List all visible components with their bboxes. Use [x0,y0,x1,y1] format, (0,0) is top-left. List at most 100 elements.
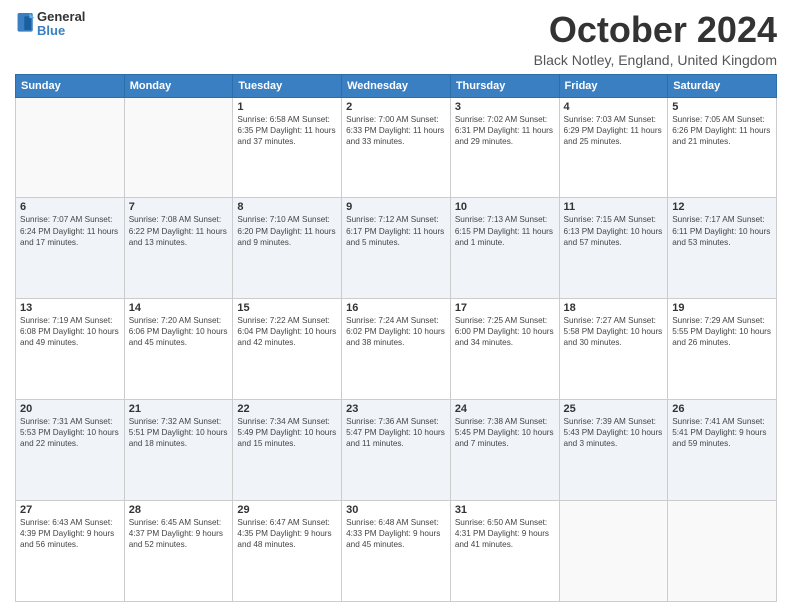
day-info: Sunrise: 7:25 AM Sunset: 6:00 PM Dayligh… [455,315,555,348]
calendar-day-cell: 22Sunrise: 7:34 AM Sunset: 5:49 PM Dayli… [233,400,342,501]
calendar-day-cell: 16Sunrise: 7:24 AM Sunset: 6:02 PM Dayli… [342,299,451,400]
day-number: 18 [564,302,664,314]
calendar-day-cell: 14Sunrise: 7:20 AM Sunset: 6:06 PM Dayli… [124,299,233,400]
calendar-table: SundayMondayTuesdayWednesdayThursdayFrid… [15,74,777,602]
day-info: Sunrise: 6:45 AM Sunset: 4:37 PM Dayligh… [129,517,229,550]
calendar-day-cell: 18Sunrise: 7:27 AM Sunset: 5:58 PM Dayli… [559,299,668,400]
day-number: 31 [455,504,555,516]
month-title: October 2024 [534,10,777,50]
calendar-day-cell [559,501,668,602]
day-info: Sunrise: 7:36 AM Sunset: 5:47 PM Dayligh… [346,416,446,449]
title-area: October 2024 Black Notley, England, Unit… [534,10,777,68]
calendar-day-cell: 23Sunrise: 7:36 AM Sunset: 5:47 PM Dayli… [342,400,451,501]
weekday-header-friday: Friday [559,74,668,97]
day-info: Sunrise: 7:19 AM Sunset: 6:08 PM Dayligh… [20,315,120,348]
day-number: 19 [672,302,772,314]
day-info: Sunrise: 7:05 AM Sunset: 6:26 PM Dayligh… [672,114,772,147]
day-number: 22 [237,403,337,415]
calendar-day-cell: 12Sunrise: 7:17 AM Sunset: 6:11 PM Dayli… [668,198,777,299]
day-number: 9 [346,201,446,213]
weekday-header-wednesday: Wednesday [342,74,451,97]
day-info: Sunrise: 6:48 AM Sunset: 4:33 PM Dayligh… [346,517,446,550]
calendar-day-cell: 27Sunrise: 6:43 AM Sunset: 4:39 PM Dayli… [16,501,125,602]
weekday-header-monday: Monday [124,74,233,97]
day-number: 2 [346,101,446,113]
calendar-day-cell: 9Sunrise: 7:12 AM Sunset: 6:17 PM Daylig… [342,198,451,299]
calendar-week-row: 20Sunrise: 7:31 AM Sunset: 5:53 PM Dayli… [16,400,777,501]
day-number: 20 [20,403,120,415]
day-info: Sunrise: 6:58 AM Sunset: 6:35 PM Dayligh… [237,114,337,147]
calendar-week-row: 27Sunrise: 6:43 AM Sunset: 4:39 PM Dayli… [16,501,777,602]
day-number: 27 [20,504,120,516]
calendar-day-cell [124,97,233,198]
day-number: 15 [237,302,337,314]
day-info: Sunrise: 7:03 AM Sunset: 6:29 PM Dayligh… [564,114,664,147]
day-info: Sunrise: 7:12 AM Sunset: 6:17 PM Dayligh… [346,214,446,247]
day-number: 23 [346,403,446,415]
day-info: Sunrise: 7:34 AM Sunset: 5:49 PM Dayligh… [237,416,337,449]
day-number: 6 [20,201,120,213]
calendar-day-cell: 26Sunrise: 7:41 AM Sunset: 5:41 PM Dayli… [668,400,777,501]
day-number: 14 [129,302,229,314]
logo-blue: Blue [37,24,85,38]
day-info: Sunrise: 7:39 AM Sunset: 5:43 PM Dayligh… [564,416,664,449]
calendar-day-cell: 21Sunrise: 7:32 AM Sunset: 5:51 PM Dayli… [124,400,233,501]
day-info: Sunrise: 7:38 AM Sunset: 5:45 PM Dayligh… [455,416,555,449]
day-number: 5 [672,101,772,113]
day-info: Sunrise: 7:17 AM Sunset: 6:11 PM Dayligh… [672,214,772,247]
day-number: 4 [564,101,664,113]
day-number: 12 [672,201,772,213]
calendar-day-cell: 31Sunrise: 6:50 AM Sunset: 4:31 PM Dayli… [450,501,559,602]
day-info: Sunrise: 7:20 AM Sunset: 6:06 PM Dayligh… [129,315,229,348]
day-info: Sunrise: 7:41 AM Sunset: 5:41 PM Dayligh… [672,416,772,449]
day-number: 7 [129,201,229,213]
calendar-day-cell: 6Sunrise: 7:07 AM Sunset: 6:24 PM Daylig… [16,198,125,299]
calendar-day-cell: 11Sunrise: 7:15 AM Sunset: 6:13 PM Dayli… [559,198,668,299]
calendar-day-cell: 15Sunrise: 7:22 AM Sunset: 6:04 PM Dayli… [233,299,342,400]
day-info: Sunrise: 7:27 AM Sunset: 5:58 PM Dayligh… [564,315,664,348]
calendar-day-cell: 28Sunrise: 6:45 AM Sunset: 4:37 PM Dayli… [124,501,233,602]
day-info: Sunrise: 6:43 AM Sunset: 4:39 PM Dayligh… [20,517,120,550]
calendar-day-cell: 7Sunrise: 7:08 AM Sunset: 6:22 PM Daylig… [124,198,233,299]
day-info: Sunrise: 7:02 AM Sunset: 6:31 PM Dayligh… [455,114,555,147]
day-info: Sunrise: 6:50 AM Sunset: 4:31 PM Dayligh… [455,517,555,550]
calendar-day-cell: 17Sunrise: 7:25 AM Sunset: 6:00 PM Dayli… [450,299,559,400]
calendar-week-row: 1Sunrise: 6:58 AM Sunset: 6:35 PM Daylig… [16,97,777,198]
page: General Blue October 2024 Black Notley, … [0,0,792,612]
calendar-day-cell: 29Sunrise: 6:47 AM Sunset: 4:35 PM Dayli… [233,501,342,602]
day-number: 1 [237,101,337,113]
logo-text: General Blue [37,10,85,39]
weekday-header-tuesday: Tuesday [233,74,342,97]
day-info: Sunrise: 6:47 AM Sunset: 4:35 PM Dayligh… [237,517,337,550]
day-info: Sunrise: 7:29 AM Sunset: 5:55 PM Dayligh… [672,315,772,348]
day-info: Sunrise: 7:32 AM Sunset: 5:51 PM Dayligh… [129,416,229,449]
day-number: 8 [237,201,337,213]
day-number: 28 [129,504,229,516]
calendar-day-cell [16,97,125,198]
day-number: 3 [455,101,555,113]
day-info: Sunrise: 7:13 AM Sunset: 6:15 PM Dayligh… [455,214,555,247]
calendar-day-cell: 1Sunrise: 6:58 AM Sunset: 6:35 PM Daylig… [233,97,342,198]
day-info: Sunrise: 7:07 AM Sunset: 6:24 PM Dayligh… [20,214,120,247]
calendar-day-cell: 10Sunrise: 7:13 AM Sunset: 6:15 PM Dayli… [450,198,559,299]
day-info: Sunrise: 7:22 AM Sunset: 6:04 PM Dayligh… [237,315,337,348]
calendar-week-row: 13Sunrise: 7:19 AM Sunset: 6:08 PM Dayli… [16,299,777,400]
logo-icon [17,13,35,35]
weekday-header-saturday: Saturday [668,74,777,97]
subtitle: Black Notley, England, United Kingdom [534,52,777,68]
calendar-day-cell: 25Sunrise: 7:39 AM Sunset: 5:43 PM Dayli… [559,400,668,501]
day-number: 11 [564,201,664,213]
day-number: 21 [129,403,229,415]
day-number: 30 [346,504,446,516]
day-info: Sunrise: 7:31 AM Sunset: 5:53 PM Dayligh… [20,416,120,449]
day-info: Sunrise: 7:08 AM Sunset: 6:22 PM Dayligh… [129,214,229,247]
day-info: Sunrise: 7:10 AM Sunset: 6:20 PM Dayligh… [237,214,337,247]
weekday-header-thursday: Thursday [450,74,559,97]
day-number: 24 [455,403,555,415]
calendar-day-cell: 20Sunrise: 7:31 AM Sunset: 5:53 PM Dayli… [16,400,125,501]
calendar-day-cell: 13Sunrise: 7:19 AM Sunset: 6:08 PM Dayli… [16,299,125,400]
day-info: Sunrise: 7:00 AM Sunset: 6:33 PM Dayligh… [346,114,446,147]
calendar-day-cell: 4Sunrise: 7:03 AM Sunset: 6:29 PM Daylig… [559,97,668,198]
weekday-header-sunday: Sunday [16,74,125,97]
day-number: 17 [455,302,555,314]
